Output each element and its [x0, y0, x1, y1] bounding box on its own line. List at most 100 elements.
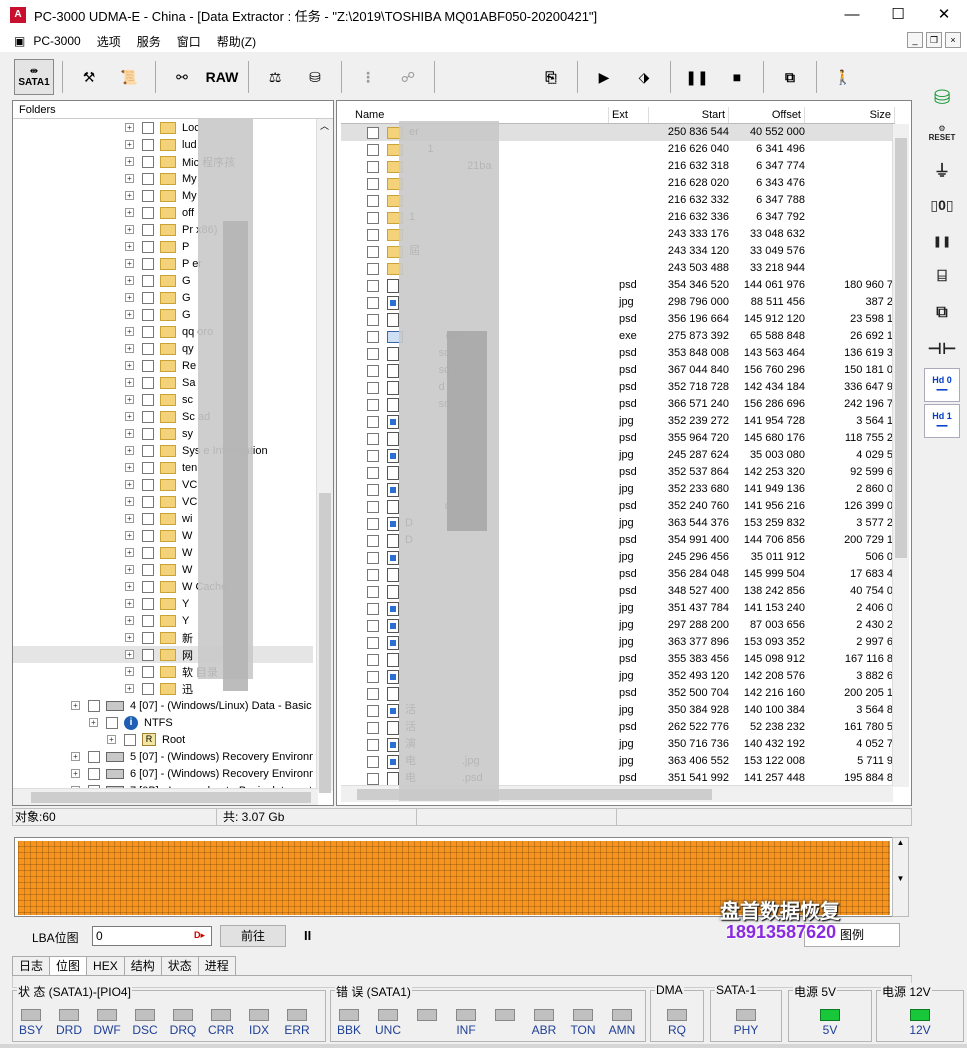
- expand-icon[interactable]: +: [125, 378, 134, 387]
- select-checkbox[interactable]: [142, 308, 154, 321]
- expand-icon[interactable]: +: [125, 599, 134, 608]
- select-checkbox[interactable]: [142, 648, 154, 661]
- select-checkbox[interactable]: [142, 495, 154, 508]
- windows-icon[interactable]: ⧉: [772, 59, 808, 95]
- select-checkbox[interactable]: [142, 478, 154, 491]
- connector-icon[interactable]: ⊣⊢: [924, 332, 960, 366]
- file-checkbox[interactable]: [367, 245, 379, 258]
- tree-folder-item[interactable]: +Mic 程序孩: [13, 153, 313, 170]
- tree-folder-item[interactable]: + VC: [13, 493, 313, 510]
- menu-item-options[interactable]: 选项: [89, 33, 129, 50]
- tree-folder-item[interactable]: + W: [13, 544, 313, 561]
- file-checkbox[interactable]: [367, 160, 379, 173]
- tree-folder-item[interactable]: +Sys e Information: [13, 442, 313, 459]
- expand-icon[interactable]: +: [125, 548, 134, 557]
- decimal-toggle-icon[interactable]: D▸: [194, 930, 205, 941]
- file-checkbox[interactable]: [367, 585, 379, 598]
- expand-icon[interactable]: +: [125, 157, 134, 166]
- tree-folder-item[interactable]: + Re: [13, 357, 313, 374]
- expand-icon[interactable]: +: [89, 718, 98, 727]
- pause-icon[interactable]: ❚❚: [679, 59, 715, 95]
- tab-status[interactable]: 状态: [160, 956, 199, 976]
- file-checkbox[interactable]: [367, 364, 379, 377]
- hd1-button[interactable]: Hd 1 ━━: [924, 404, 960, 438]
- tree-folder-item[interactable]: + VC: [13, 476, 313, 493]
- column-offset[interactable]: Offset: [729, 107, 805, 123]
- file-checkbox[interactable]: [367, 551, 379, 564]
- select-checkbox[interactable]: [142, 682, 154, 695]
- expand-icon[interactable]: +: [125, 412, 134, 421]
- tree-folder-item[interactable]: + G: [13, 289, 313, 306]
- pause-side-icon[interactable]: ❚❚: [924, 224, 960, 258]
- select-checkbox[interactable]: [142, 427, 154, 440]
- select-checkbox[interactable]: [106, 716, 118, 729]
- expand-icon[interactable]: +: [125, 344, 134, 353]
- file-checkbox[interactable]: [367, 636, 379, 649]
- export-icon[interactable]: ⎘: [533, 59, 569, 95]
- file-checkbox[interactable]: [367, 755, 379, 768]
- disk-icon[interactable]: ⛁: [297, 59, 333, 95]
- select-checkbox[interactable]: [142, 291, 154, 304]
- tree-folder-item[interactable]: + 迅: [13, 680, 313, 697]
- menu-item-service[interactable]: 服务: [129, 33, 169, 50]
- power-switch-icon[interactable]: ⏚: [924, 152, 960, 186]
- maximize-button[interactable]: ☐: [875, 0, 921, 30]
- select-checkbox[interactable]: [142, 597, 154, 610]
- tree-folder-item[interactable]: + G: [13, 272, 313, 289]
- copy-clear-icon[interactable]: ⧉: [924, 296, 960, 330]
- file-vertical-scrollbar[interactable]: [892, 124, 909, 787]
- tree-folder-item[interactable]: + qy: [13, 340, 313, 357]
- file-checkbox[interactable]: [367, 296, 379, 309]
- tree-folder-item[interactable]: + lud: [13, 136, 313, 153]
- expand-icon[interactable]: +: [71, 701, 80, 710]
- tree-root[interactable]: + R Root: [13, 731, 313, 748]
- expand-icon[interactable]: +: [125, 582, 134, 591]
- sata-port-button[interactable]: ⇹ SATA1: [14, 59, 54, 95]
- tree-folder-item[interactable]: + off: [13, 204, 313, 221]
- select-checkbox[interactable]: [142, 410, 154, 423]
- tree-folder-item[interactable]: + W: [13, 561, 313, 578]
- select-checkbox[interactable]: [142, 325, 154, 338]
- select-checkbox[interactable]: [142, 461, 154, 474]
- select-checkbox[interactable]: [142, 172, 154, 185]
- tree-folder-item[interactable]: + Sa: [13, 374, 313, 391]
- tree-folder-item[interactable]: + 网: [13, 646, 313, 663]
- tree-folder-item[interactable]: + W: [13, 527, 313, 544]
- mdi-close-icon[interactable]: ×: [945, 32, 961, 48]
- expand-icon[interactable]: +: [125, 497, 134, 506]
- play-icon[interactable]: ▶: [586, 59, 622, 95]
- expand-icon[interactable]: +: [125, 684, 134, 693]
- select-checkbox[interactable]: [142, 138, 154, 151]
- file-checkbox[interactable]: [367, 483, 379, 496]
- file-checkbox[interactable]: [367, 211, 379, 224]
- expand-icon[interactable]: +: [125, 429, 134, 438]
- select-checkbox[interactable]: [142, 580, 154, 593]
- select-checkbox[interactable]: [142, 257, 154, 270]
- tree-structure-icon[interactable]: ⋮: [350, 59, 386, 95]
- tree-folder-item[interactable]: + P er: [13, 255, 313, 272]
- file-checkbox[interactable]: [367, 194, 379, 207]
- file-checkbox[interactable]: [367, 262, 379, 275]
- tab-hex[interactable]: HEX: [86, 956, 125, 976]
- file-checkbox[interactable]: [367, 381, 379, 394]
- tree-folder-item[interactable]: + Y: [13, 595, 313, 612]
- file-checkbox[interactable]: [367, 228, 379, 241]
- select-checkbox[interactable]: [142, 614, 154, 627]
- expand-icon[interactable]: +: [125, 361, 134, 370]
- tree-folder-item[interactable]: + My: [13, 170, 313, 187]
- expand-icon[interactable]: +: [125, 480, 134, 489]
- file-checkbox[interactable]: [367, 126, 379, 139]
- expand-icon[interactable]: +: [125, 531, 134, 540]
- expand-icon[interactable]: +: [125, 208, 134, 217]
- column-size[interactable]: Size: [805, 107, 895, 123]
- mdi-restore-icon[interactable]: ❐: [926, 32, 942, 48]
- select-checkbox[interactable]: [142, 529, 154, 542]
- select-checkbox[interactable]: [142, 359, 154, 372]
- expand-icon[interactable]: +: [125, 276, 134, 285]
- file-checkbox[interactable]: [367, 500, 379, 513]
- file-checkbox[interactable]: [367, 534, 379, 547]
- select-checkbox[interactable]: [88, 767, 100, 780]
- network-icon[interactable]: ☍: [390, 59, 426, 95]
- expand-icon[interactable]: +: [125, 633, 134, 642]
- file-checkbox[interactable]: [367, 432, 379, 445]
